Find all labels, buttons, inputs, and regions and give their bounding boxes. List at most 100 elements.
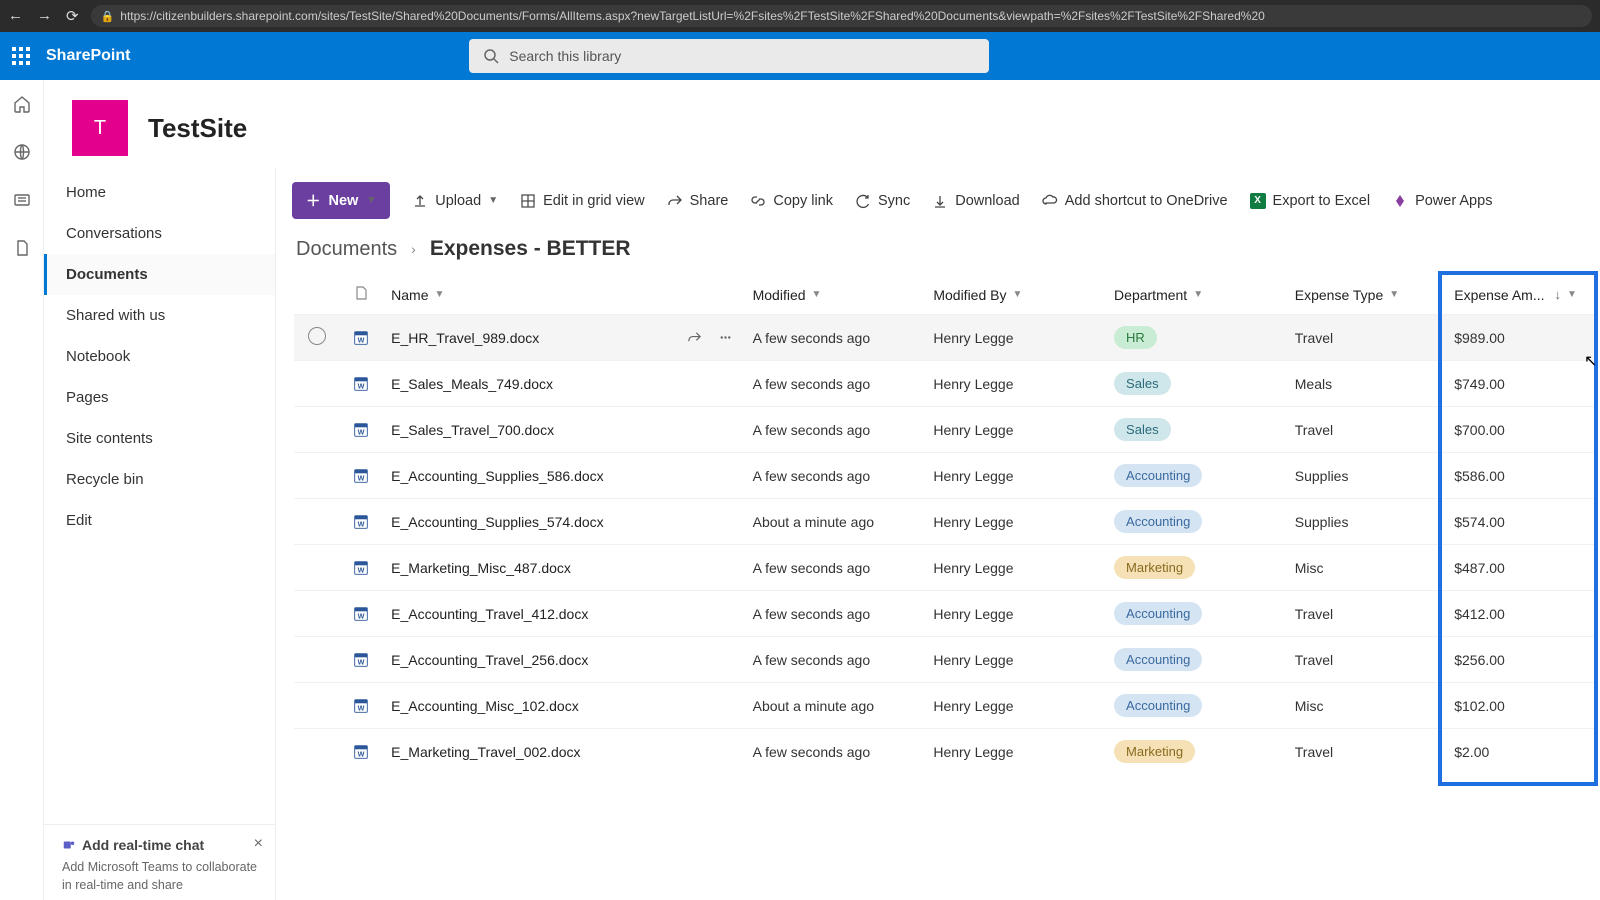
col-select[interactable]: [294, 275, 341, 315]
download-button[interactable]: Download: [932, 193, 1020, 209]
news-icon[interactable]: [12, 190, 32, 210]
modified-by-cell[interactable]: Henry Legge: [923, 361, 1104, 407]
onedrive-icon: [1042, 193, 1058, 209]
department-cell: Sales: [1104, 407, 1285, 453]
leftnav-item[interactable]: Home: [44, 172, 275, 213]
col-name[interactable]: Name▼: [381, 275, 742, 315]
files-icon[interactable]: [12, 238, 32, 258]
department-cell: HR: [1104, 315, 1285, 361]
edit-grid-button[interactable]: Edit in grid view: [520, 193, 645, 209]
breadcrumb-root[interactable]: Documents: [296, 238, 397, 261]
file-name[interactable]: E_Accounting_Supplies_574.docx: [391, 514, 604, 530]
file-name[interactable]: E_Accounting_Misc_102.docx: [391, 698, 579, 714]
table-row[interactable]: W E_Marketing_Travel_002.docx A few seco…: [294, 729, 1596, 775]
col-expense-type[interactable]: Expense Type▼: [1285, 275, 1444, 315]
breadcrumb: Documents › Expenses - BETTER: [276, 231, 1600, 275]
file-icon: [353, 285, 369, 301]
forward-icon[interactable]: →: [37, 7, 52, 25]
file-name[interactable]: E_Accounting_Travel_256.docx: [391, 652, 588, 668]
expense-type-cell: Travel: [1285, 407, 1444, 453]
globe-icon[interactable]: [12, 142, 32, 162]
modified-cell: A few seconds ago: [743, 591, 924, 637]
table-row[interactable]: W E_Accounting_Travel_256.docx A few sec…: [294, 637, 1596, 683]
leftnav-item[interactable]: Site contents: [44, 418, 275, 459]
col-department[interactable]: Department▼: [1104, 275, 1285, 315]
modified-by-cell[interactable]: Henry Legge: [923, 453, 1104, 499]
modified-by-cell[interactable]: Henry Legge: [923, 315, 1104, 361]
table-row[interactable]: W E_Accounting_Misc_102.docx About a min…: [294, 683, 1596, 729]
select-circle[interactable]: [308, 327, 326, 345]
main-area: ＋ New ▼ Upload ▼ Edit in grid view: [276, 168, 1600, 900]
share-icon[interactable]: [687, 330, 702, 345]
excel-icon: X: [1250, 193, 1266, 209]
modified-by-cell[interactable]: Henry Legge: [923, 591, 1104, 637]
file-name[interactable]: E_Accounting_Travel_412.docx: [391, 606, 588, 622]
file-name[interactable]: E_Marketing_Travel_002.docx: [391, 744, 580, 760]
power-apps-button[interactable]: Power Apps: [1392, 193, 1492, 209]
home-icon[interactable]: [12, 94, 32, 114]
leftnav-item[interactable]: Pages: [44, 377, 275, 418]
table-row[interactable]: W E_Accounting_Supplies_586.docx A few s…: [294, 453, 1596, 499]
modified-by-cell[interactable]: Henry Legge: [923, 407, 1104, 453]
leftnav-item[interactable]: Conversations: [44, 213, 275, 254]
app-launcher-icon[interactable]: [12, 47, 30, 65]
department-cell: Accounting: [1104, 591, 1285, 637]
modified-by-cell[interactable]: Henry Legge: [923, 499, 1104, 545]
url-bar[interactable]: 🔒 https://citizenbuilders.sharepoint.com…: [91, 5, 1592, 27]
file-name[interactable]: E_Accounting_Supplies_586.docx: [391, 468, 604, 484]
svg-text:W: W: [358, 381, 365, 390]
new-button[interactable]: ＋ New ▼: [292, 182, 390, 219]
export-excel-button[interactable]: X Export to Excel: [1250, 193, 1371, 209]
share-button[interactable]: Share: [667, 193, 729, 209]
expense-type-cell: Meals: [1285, 361, 1444, 407]
modified-by-cell[interactable]: Henry Legge: [923, 683, 1104, 729]
file-name[interactable]: E_Sales_Travel_700.docx: [391, 422, 554, 438]
table-row[interactable]: W E_Accounting_Supplies_574.docx About a…: [294, 499, 1596, 545]
close-icon[interactable]: ×: [254, 835, 263, 853]
upload-button[interactable]: Upload ▼: [412, 193, 498, 209]
file-name[interactable]: E_Marketing_Misc_487.docx: [391, 560, 571, 576]
leftnav-item[interactable]: Documents: [44, 254, 275, 295]
search-input[interactable]: Search this library: [469, 39, 989, 73]
expense-amount-cell: $574.00: [1444, 499, 1596, 545]
site-logo[interactable]: T: [72, 100, 128, 156]
add-shortcut-button[interactable]: Add shortcut to OneDrive: [1042, 193, 1228, 209]
site-title[interactable]: TestSite: [148, 113, 247, 144]
table-row[interactable]: W E_HR_Travel_989.docx A few seconds ago…: [294, 315, 1596, 361]
copy-link-button[interactable]: Copy link: [750, 193, 833, 209]
back-icon[interactable]: ←: [8, 7, 23, 25]
leftnav-item[interactable]: Recycle bin: [44, 459, 275, 500]
col-expense-amount[interactable]: Expense Am...↓▼: [1444, 275, 1596, 315]
svg-text:W: W: [358, 519, 365, 528]
leftnav-item[interactable]: Notebook: [44, 336, 275, 377]
expense-type-cell: Supplies: [1285, 499, 1444, 545]
leftnav-item[interactable]: Edit: [44, 500, 275, 541]
col-modified[interactable]: Modified▼: [743, 275, 924, 315]
app-rail: [0, 80, 44, 900]
search-placeholder: Search this library: [509, 48, 621, 64]
col-file-type[interactable]: [341, 275, 381, 315]
department-cell: Sales: [1104, 361, 1285, 407]
chevron-down-icon: ▼: [1193, 289, 1203, 300]
more-icon[interactable]: [718, 330, 733, 345]
modified-by-cell[interactable]: Henry Legge: [923, 545, 1104, 591]
modified-by-cell[interactable]: Henry Legge: [923, 729, 1104, 775]
col-modified-by[interactable]: Modified By▼: [923, 275, 1104, 315]
table-row[interactable]: W E_Accounting_Travel_412.docx A few sec…: [294, 591, 1596, 637]
expense-type-cell: Misc: [1285, 545, 1444, 591]
table-row[interactable]: W E_Marketing_Misc_487.docx A few second…: [294, 545, 1596, 591]
expense-amount-cell: $256.00: [1444, 637, 1596, 683]
reload-icon[interactable]: ⟳: [66, 7, 79, 25]
expense-type-cell: Travel: [1285, 315, 1444, 361]
table-row[interactable]: W E_Sales_Meals_749.docx A few seconds a…: [294, 361, 1596, 407]
product-name[interactable]: SharePoint: [46, 47, 130, 65]
modified-by-cell[interactable]: Henry Legge: [923, 637, 1104, 683]
sync-button[interactable]: Sync: [855, 193, 910, 209]
department-cell: Accounting: [1104, 453, 1285, 499]
table-row[interactable]: W E_Sales_Travel_700.docx A few seconds …: [294, 407, 1596, 453]
svg-text:W: W: [358, 703, 365, 712]
leftnav-item[interactable]: Shared with us: [44, 295, 275, 336]
file-name[interactable]: E_HR_Travel_989.docx: [391, 330, 539, 346]
breadcrumb-leaf: Expenses - BETTER: [430, 237, 631, 261]
file-name[interactable]: E_Sales_Meals_749.docx: [391, 376, 553, 392]
